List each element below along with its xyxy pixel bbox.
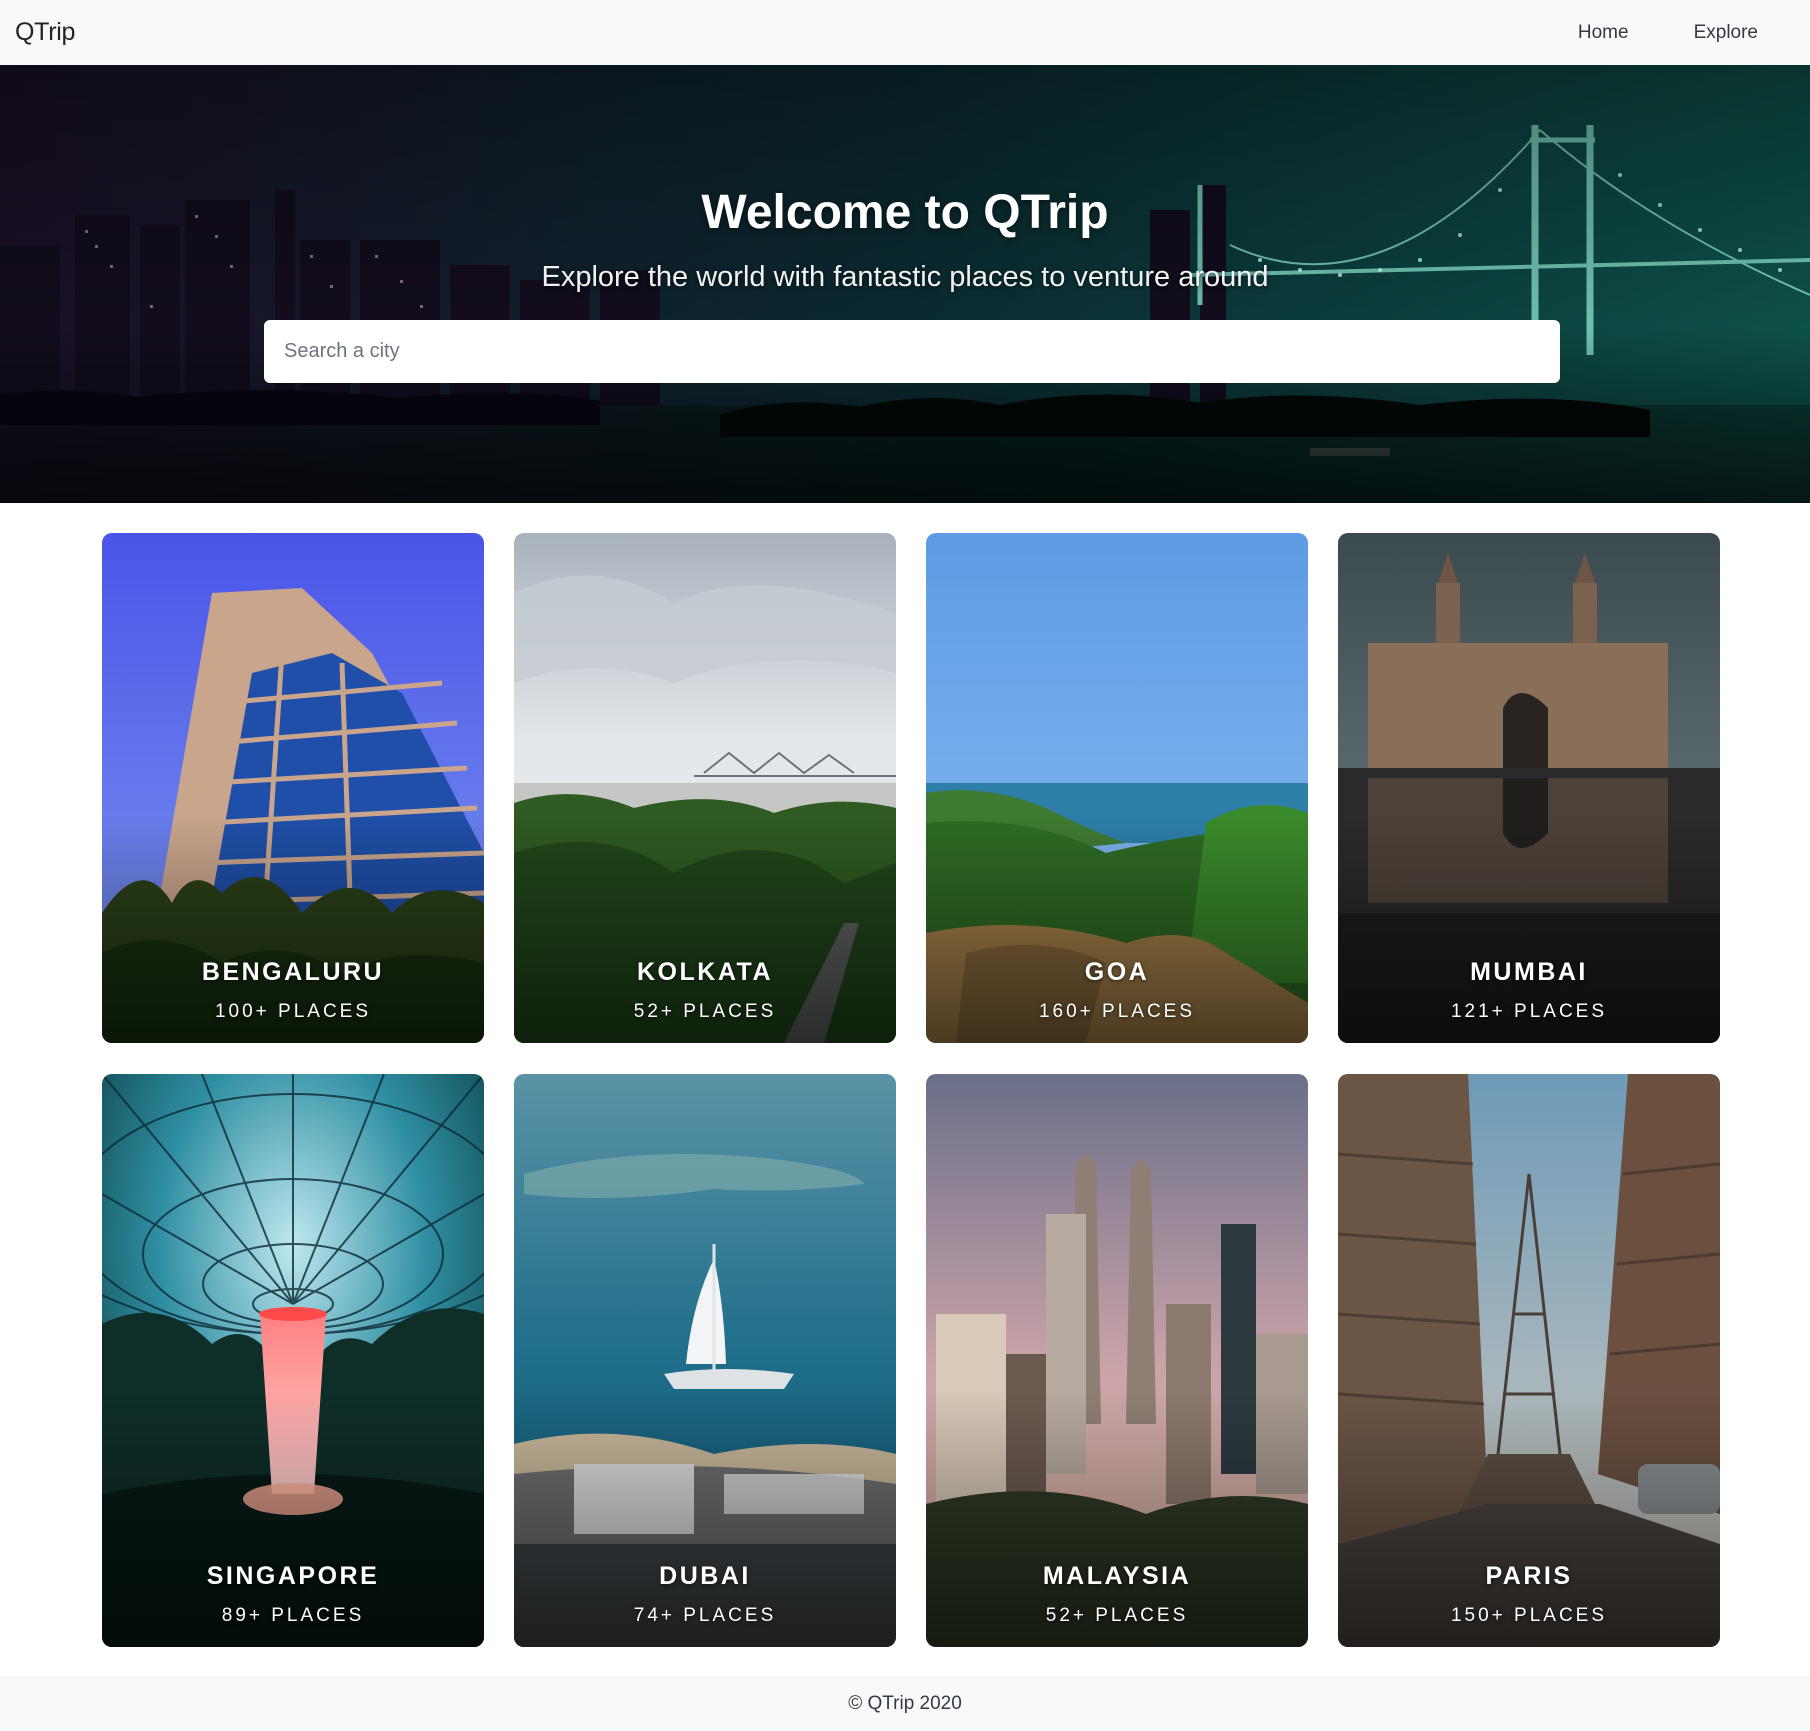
city-tile-bengaluru[interactable]: BENGALURU 100+ PLACES <box>102 533 484 1043</box>
tile-caption: KOLKATA 52+ PLACES <box>514 958 896 1023</box>
city-tile-singapore[interactable]: SINGAPORE 89+ PLACES <box>102 1074 484 1647</box>
tile-caption: SINGAPORE 89+ PLACES <box>102 1562 484 1627</box>
tile-caption: DUBAI 74+ PLACES <box>514 1562 896 1627</box>
hero-title: Welcome to QTrip <box>701 186 1109 239</box>
navbar: QTrip Home Explore <box>0 0 1810 65</box>
city-grid: BENGALURU 100+ PLACES KOLKATA 52+ PLACES <box>102 533 1722 1647</box>
nav-links: Home Explore <box>1513 0 1758 65</box>
city-tile-malaysia[interactable]: MALAYSIA 52+ PLACES <box>926 1074 1308 1647</box>
tile-caption: BENGALURU 100+ PLACES <box>102 958 484 1023</box>
city-places-count: 52+ PLACES <box>633 1001 777 1022</box>
city-name: MUMBAI <box>1470 958 1588 986</box>
footer: © QTrip 2020 <box>0 1676 1810 1731</box>
city-tile-paris[interactable]: PARIS 150+ PLACES <box>1338 1074 1720 1647</box>
city-places-count: 74+ PLACES <box>633 1605 777 1626</box>
city-name: DUBAI <box>659 1562 751 1590</box>
city-name: MALAYSIA <box>1042 1562 1192 1590</box>
city-places-count: 89+ PLACES <box>221 1605 365 1626</box>
city-tile-mumbai[interactable]: MUMBAI 121+ PLACES <box>1338 533 1720 1043</box>
brand-logo[interactable]: QTrip <box>15 18 75 47</box>
city-name: PARIS <box>1485 1562 1573 1590</box>
city-name: SINGAPORE <box>206 1562 380 1590</box>
city-places-count: 100+ PLACES <box>214 1001 372 1022</box>
city-name: KOLKATA <box>637 958 773 986</box>
city-tile-kolkata[interactable]: KOLKATA 52+ PLACES <box>514 533 896 1043</box>
city-places-count: 160+ PLACES <box>1038 1001 1196 1022</box>
city-tile-dubai[interactable]: DUBAI 74+ PLACES <box>514 1074 896 1647</box>
city-places-count: 52+ PLACES <box>1045 1605 1189 1626</box>
tile-caption: MUMBAI 121+ PLACES <box>1338 958 1720 1023</box>
city-tile-goa[interactable]: GOA 160+ PLACES <box>926 533 1308 1043</box>
tile-caption: MALAYSIA 52+ PLACES <box>926 1562 1308 1627</box>
nav-link-home[interactable]: Home <box>1578 22 1629 44</box>
nav-link-explore[interactable]: Explore <box>1694 22 1758 44</box>
city-search-input[interactable] <box>264 320 1560 383</box>
city-name: GOA <box>1084 958 1150 986</box>
hero-subtitle: Explore the world with fantastic places … <box>541 261 1269 293</box>
tile-caption: PARIS 150+ PLACES <box>1338 1562 1720 1627</box>
city-places-count: 121+ PLACES <box>1450 1001 1608 1022</box>
footer-copyright: © QTrip 2020 <box>848 1692 962 1714</box>
hero-banner: Welcome to QTrip Explore the world with … <box>0 65 1810 503</box>
tile-caption: GOA 160+ PLACES <box>926 958 1308 1023</box>
city-places-count: 150+ PLACES <box>1450 1605 1608 1626</box>
city-name: BENGALURU <box>201 958 385 986</box>
